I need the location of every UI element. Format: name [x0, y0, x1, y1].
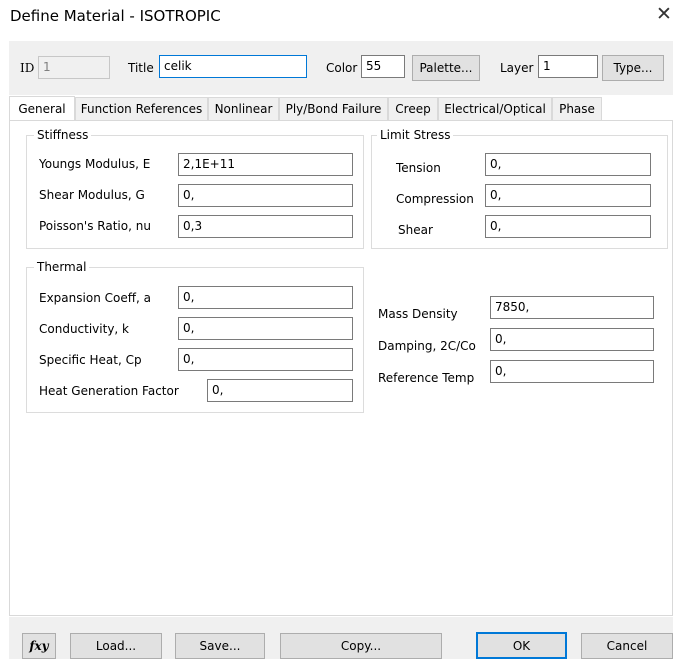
- type-button[interactable]: Type...: [602, 55, 664, 81]
- tab-phase[interactable]: Phase: [552, 97, 602, 120]
- limit-shear-input[interactable]: 0,: [485, 215, 651, 238]
- stiffness-title: Stiffness: [34, 128, 92, 142]
- cancel-button[interactable]: Cancel: [581, 633, 673, 659]
- thermal-title: Thermal: [34, 260, 90, 274]
- load-button[interactable]: Load...: [70, 633, 162, 659]
- mass-density-label: Mass Density: [378, 307, 458, 321]
- specific-heat-label: Specific Heat, Cp: [39, 353, 142, 367]
- heat-generation-label: Heat Generation Factor: [39, 384, 179, 398]
- window-title: Define Material - ISOTROPIC: [10, 7, 221, 25]
- youngs-modulus-label: Youngs Modulus, E: [39, 157, 151, 171]
- youngs-modulus-input[interactable]: 2,1E+11: [178, 153, 353, 176]
- compression-input[interactable]: 0,: [485, 184, 651, 207]
- tab-electrical-optical[interactable]: Electrical/Optical: [438, 97, 552, 120]
- fxy-icon: fxy: [29, 639, 49, 653]
- tension-input[interactable]: 0,: [485, 153, 651, 176]
- poissons-ratio-label: Poisson's Ratio, nu: [39, 219, 151, 233]
- tab-ply-bond-failure[interactable]: Ply/Bond Failure: [279, 97, 388, 120]
- conductivity-input[interactable]: 0,: [178, 317, 353, 340]
- close-icon[interactable]: ✕: [656, 5, 672, 24]
- tab-general[interactable]: General: [9, 96, 75, 120]
- title-label: Title: [128, 61, 154, 75]
- heat-generation-input[interactable]: 0,: [207, 379, 353, 402]
- conductivity-label: Conductivity, k: [39, 322, 130, 336]
- mass-density-input[interactable]: 7850,: [490, 296, 654, 319]
- tension-label: Tension: [396, 161, 441, 175]
- expansion-coeff-label: Expansion Coeff, a: [39, 291, 151, 305]
- layer-input[interactable]: 1: [538, 55, 598, 78]
- reference-temp-input[interactable]: 0,: [490, 360, 654, 383]
- limit-shear-label: Shear: [398, 223, 433, 237]
- tab-strip: General Function References Nonlinear Pl…: [9, 96, 673, 120]
- id-label: ID: [20, 61, 35, 75]
- damping-input[interactable]: 0,: [490, 328, 654, 351]
- fxy-button[interactable]: fxy: [22, 633, 56, 659]
- copy-button[interactable]: Copy...: [280, 633, 442, 659]
- tab-creep[interactable]: Creep: [388, 97, 438, 120]
- title-input[interactable]: celik: [159, 55, 307, 78]
- specific-heat-input[interactable]: 0,: [178, 348, 353, 371]
- reference-temp-label: Reference Temp: [378, 371, 475, 385]
- general-panel: Stiffness Youngs Modulus, E 2,1E+11 Shea…: [9, 120, 673, 616]
- ok-button[interactable]: OK: [476, 632, 567, 659]
- shear-modulus-input[interactable]: 0,: [178, 184, 353, 207]
- damping-label: Damping, 2C/Co: [378, 339, 476, 353]
- save-button[interactable]: Save...: [175, 633, 265, 659]
- tab-nonlinear[interactable]: Nonlinear: [208, 97, 279, 120]
- id-field[interactable]: 1: [38, 56, 110, 79]
- layer-label: Layer: [500, 61, 534, 75]
- color-input[interactable]: 55: [361, 55, 405, 78]
- expansion-coeff-input[interactable]: 0,: [178, 286, 353, 309]
- palette-button[interactable]: Palette...: [412, 55, 480, 81]
- shear-modulus-label: Shear Modulus, G: [39, 188, 145, 202]
- tab-function-references[interactable]: Function References: [75, 97, 208, 120]
- poissons-ratio-input[interactable]: 0,3: [178, 215, 353, 238]
- limit-stress-title: Limit Stress: [377, 128, 454, 142]
- color-label: Color: [326, 61, 358, 75]
- compression-label: Compression: [396, 192, 474, 206]
